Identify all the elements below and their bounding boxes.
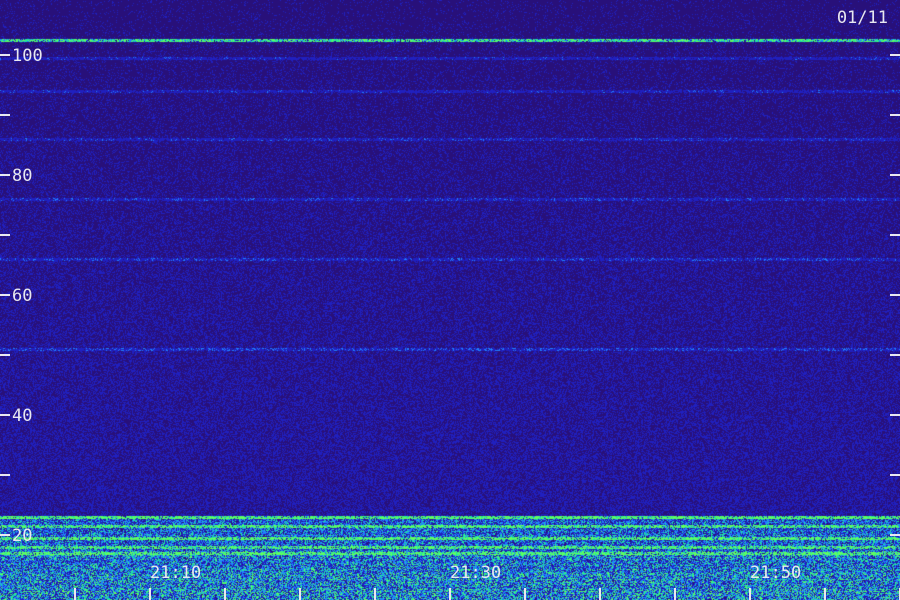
x-ticks: [74, 588, 900, 600]
x-tick-label: 21:30: [450, 563, 501, 583]
y-tick-label: 80: [12, 166, 32, 186]
y-ticks-left: [0, 54, 10, 536]
date-label: 01/11: [837, 8, 888, 28]
y-tick-label: 100: [12, 46, 43, 66]
y-tick-label: 20: [12, 526, 32, 546]
x-tick-label: 21:10: [150, 563, 201, 583]
x-tick-labels: 21:10 21:30 21:50: [150, 563, 801, 583]
x-tick-label: 21:50: [750, 563, 801, 583]
spectrogram-overlay: 100 80 60 40 20 21:10 21:30 21:50 01/11: [0, 8, 900, 600]
y-tick-labels: 100 80 60 40 20: [12, 46, 43, 546]
y-tick-label: 60: [12, 286, 32, 306]
y-tick-label: 40: [12, 406, 32, 426]
y-ticks-right: [890, 54, 900, 536]
